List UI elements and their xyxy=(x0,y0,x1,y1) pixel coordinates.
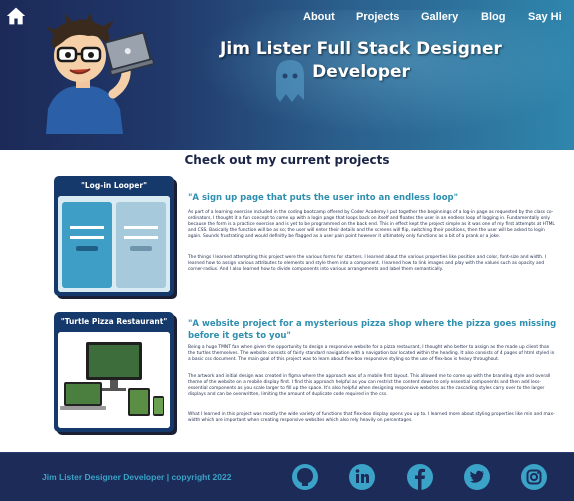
avatar-illustration xyxy=(46,14,155,134)
github-icon[interactable] xyxy=(291,463,319,491)
linkedin-icon[interactable] xyxy=(348,463,376,491)
project-paragraph: The things I learned attempting this pro… xyxy=(188,255,547,273)
instagram-icon[interactable] xyxy=(520,463,548,491)
facebook-icon[interactable] xyxy=(406,463,434,491)
project-paragraph: What I learned in this project was mostl… xyxy=(188,412,555,424)
project-card-turtle-pizza[interactable]: "Turtle Pizza Restaurant" xyxy=(54,312,174,432)
site-header: About Projects Gallery Blog Say Hi Jim L… xyxy=(0,0,574,150)
project-heading: "A website project for a mysterious pizz… xyxy=(188,319,557,341)
project-paragraph: Being a huge TMNT fan when given the opp… xyxy=(188,345,555,363)
nav-blog[interactable]: Blog xyxy=(481,11,505,23)
project-thumbnail xyxy=(58,332,170,428)
nav-gallery[interactable]: Gallery xyxy=(421,11,458,23)
nav-projects[interactable]: Projects xyxy=(356,11,399,23)
project-thumbnail xyxy=(58,196,170,292)
section-heading: Check out my current projects xyxy=(184,153,390,167)
twitter-icon[interactable] xyxy=(463,463,491,491)
hero-title: Jim Lister Full Stack Designer Developer xyxy=(220,39,502,82)
project-paragraph: The artwork and initial design was creat… xyxy=(188,374,551,398)
site-footer: Jim Lister Designer Developer | copyrigh… xyxy=(0,452,574,501)
copyright-text: Jim Lister Designer Developer | copyrigh… xyxy=(42,472,232,482)
home-icon[interactable] xyxy=(6,6,26,26)
project-card-log-in-looper[interactable]: "Log-in Looper" xyxy=(54,176,174,296)
card-title: "Turtle Pizza Restaurant" xyxy=(60,317,168,326)
card-title: "Log-in Looper" xyxy=(81,181,147,190)
login-screens-image xyxy=(58,196,170,292)
project-paragraph: As part of a learning exercise included … xyxy=(188,210,555,240)
nav-about[interactable]: About xyxy=(303,11,335,23)
device-mockup-image xyxy=(58,332,170,428)
nav-say-hi[interactable]: Say Hi xyxy=(528,11,562,23)
project-heading: "A sign up page that puts the user into … xyxy=(188,193,459,203)
